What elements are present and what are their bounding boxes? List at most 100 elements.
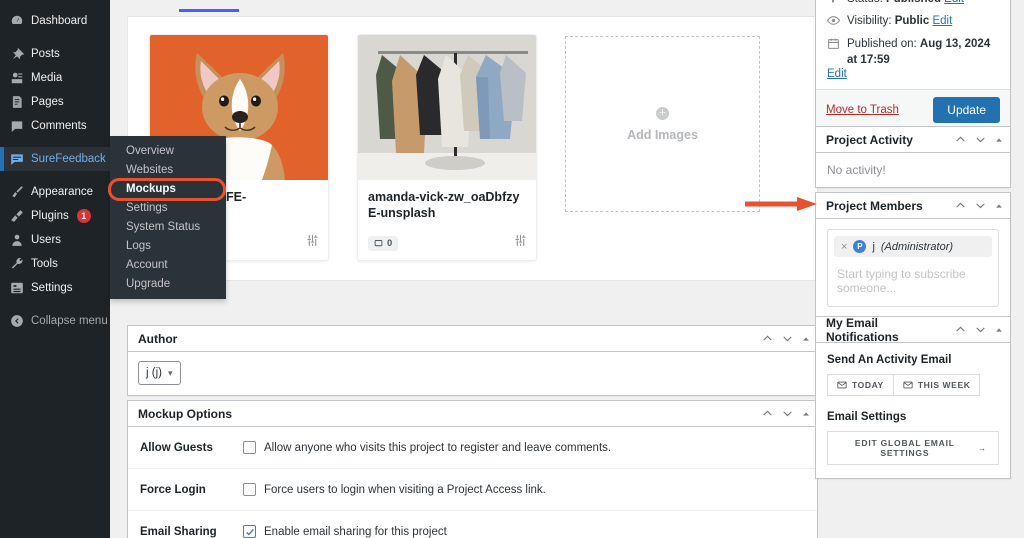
edit-global-email-settings-button[interactable]: EDIT GLOBAL EMAIL SETTINGS → [827, 431, 999, 465]
visibility-label: Visibility: [847, 15, 892, 27]
status-text: Status: Published Edit [847, 0, 964, 7]
calendar-icon [827, 36, 841, 55]
option-description: Enable email sharing for this project [264, 525, 447, 538]
mockup-card[interactable]: amanda-vick-zw_oaDbfzyE-unsplash 0 [357, 34, 537, 261]
publish-actions: Move to Trash Update [816, 89, 1010, 129]
sidebar-item-users[interactable]: Users [0, 228, 110, 252]
edit-global-email-settings-label: EDIT GLOBAL EMAIL SETTINGS [854, 438, 955, 458]
submenu-item-system-status[interactable]: System Status [110, 217, 226, 236]
status-row: Status: Published Edit [816, 0, 1010, 9]
plugin-icon [9, 209, 24, 224]
member-search-input[interactable]: Start typing to subscribe someone... [834, 257, 992, 302]
toggle-panel-icon[interactable] [994, 201, 1004, 211]
member-name: j [872, 240, 875, 253]
visibility-row: Visibility: Public Edit [816, 9, 1010, 32]
sidebar-item-tools[interactable]: Tools [0, 252, 110, 276]
move-down-icon[interactable] [974, 199, 987, 212]
option-description: Allow anyone who visits this project to … [264, 441, 612, 454]
mockup-card-title: amanda-vick-zw_oaDbfzyE-unsplash [368, 190, 520, 220]
sidebar-item-posts[interactable]: Posts [0, 42, 110, 66]
envelope-icon [903, 381, 913, 389]
submenu-item-logs[interactable]: Logs [110, 236, 226, 255]
send-today-button[interactable]: TODAY [827, 374, 894, 396]
chevron-down-icon: ▾ [167, 367, 173, 378]
status-label: Status: [847, 0, 883, 5]
sidebar-item-label: Settings [31, 282, 73, 294]
sidebar-item-collapse-menu[interactable]: Collapse menu [0, 309, 110, 333]
sidebar-item-label: SureFeedback [31, 153, 106, 165]
comment-count-value: 0 [387, 237, 393, 249]
author-panel-title: Author [138, 331, 178, 346]
sidebar-item-pages[interactable]: Pages [0, 90, 110, 114]
sidebar-item-appearance[interactable]: Appearance [0, 180, 110, 204]
move-up-icon[interactable] [954, 133, 967, 146]
move-down-icon[interactable] [974, 323, 987, 336]
post-status-icon [827, 0, 841, 9]
option-field: Enable email sharing for this project [243, 525, 447, 538]
update-button[interactable]: Update [933, 96, 1000, 123]
sliders-icon[interactable] [514, 234, 527, 252]
author-select[interactable]: j (j) ▾ [138, 361, 181, 385]
activity-email-buttons: TODAY THIS WEEK [827, 374, 999, 396]
option-label: Force Login [140, 483, 206, 496]
send-today-label: TODAY [852, 380, 884, 390]
email-sharing-checkbox[interactable] [243, 525, 256, 538]
remove-member-icon[interactable]: × [841, 241, 847, 253]
submenu-item-upgrade[interactable]: Upgrade [110, 274, 226, 293]
sidebar-item-label: Users [31, 234, 62, 246]
arrow-right-icon: → [977, 443, 987, 453]
mockup-card-body: amanda-vick-zw_oaDbfzyE-unsplash 0 [358, 180, 536, 260]
send-this-week-button[interactable]: THIS WEEK [893, 374, 981, 396]
move-down-icon[interactable] [974, 133, 987, 146]
sidebar-item-label: Plugins [31, 210, 69, 222]
project-members-panel: Project Members × P j (Administrator) St… [815, 192, 1011, 320]
submenu-item-overview[interactable]: Overview [110, 141, 226, 160]
send-activity-email-heading: Send An Activity Email [827, 354, 952, 366]
status-value: Published [886, 0, 941, 5]
force-login-checkbox[interactable] [243, 483, 256, 496]
sidebar-item-plugins[interactable]: Plugins 1 [0, 204, 110, 228]
member-input-wrapper[interactable]: × P j (Administrator) Start typing to su… [827, 229, 999, 307]
edit-published-on-link[interactable]: Edit [827, 68, 847, 80]
edit-visibility-link[interactable]: Edit [932, 15, 952, 27]
collapse-icon [9, 314, 24, 329]
edit-status-link[interactable]: Edit [944, 0, 964, 5]
settings-icon [9, 281, 24, 296]
comment-icon [9, 119, 24, 134]
allow-guests-checkbox[interactable] [243, 441, 256, 454]
project-members-header: Project Members [816, 193, 1010, 219]
sliders-icon[interactable] [306, 234, 319, 252]
sidebar-item-comments[interactable]: Comments [0, 114, 110, 138]
toggle-panel-icon[interactable] [994, 325, 1004, 335]
move-up-icon[interactable] [954, 199, 967, 212]
sidebar-item-dashboard[interactable]: Dashboard [0, 9, 110, 33]
published-on-text: Published on: Aug 13, 2024 at 17:59 [847, 36, 999, 68]
option-field: Allow anyone who visits this project to … [243, 441, 611, 454]
add-images-label: Add Images [627, 127, 698, 142]
visibility-text: Visibility: Public Edit [847, 13, 952, 29]
submenu-item-settings[interactable]: Settings [110, 198, 226, 217]
submenu-item-websites[interactable]: Websites [110, 160, 226, 179]
wordpress-admin-screen: -eoqnr8ikwFE- [0, 0, 1024, 538]
sidebar-item-media[interactable]: Media [0, 66, 110, 90]
submenu-item-mockups[interactable]: Mockups [110, 179, 226, 198]
clothing-rack-image [358, 35, 536, 180]
brush-icon [9, 185, 24, 200]
sidebar-item-surefeedback[interactable]: SureFeedback [0, 147, 118, 171]
publish-panel: Status: Published Edit Visibility: Publi… [815, 0, 1011, 130]
sidebar-item-label: Appearance [31, 186, 94, 198]
option-label: Allow Guests [140, 441, 213, 454]
mockup-thumbnail[interactable] [358, 35, 536, 180]
move-to-trash-link[interactable]: Move to Trash [826, 104, 899, 116]
project-activity-title: Project Activity [826, 132, 913, 147]
move-up-icon[interactable] [954, 323, 967, 336]
toggle-panel-icon[interactable] [994, 135, 1004, 145]
sidebar-item-label: Dashboard [31, 15, 88, 27]
comment-count-badge[interactable]: 0 [368, 235, 399, 251]
sidebar-item-settings[interactable]: Settings [0, 276, 110, 300]
published-on-edit-line: Edit [816, 68, 1010, 80]
email-notifications-title: My Email Notifications [826, 315, 899, 344]
submenu-item-account[interactable]: Account [110, 255, 226, 274]
published-on-label: Published on: [847, 38, 917, 50]
option-field: Force users to login when visiting a Pro… [243, 483, 546, 496]
